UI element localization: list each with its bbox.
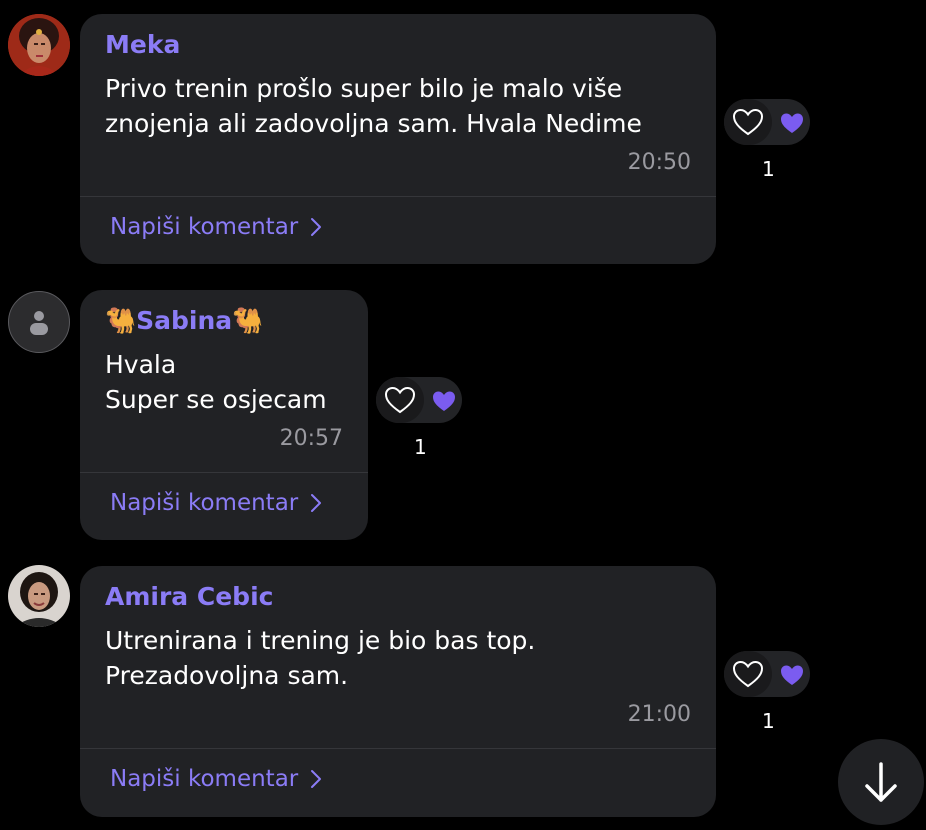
reaction-group: 1: [376, 377, 462, 459]
add-reaction-button[interactable]: [724, 651, 772, 697]
sender-name[interactable]: Meka: [105, 30, 180, 59]
message-text-line: Privo trenin prošlo super bilo je malo v…: [105, 74, 623, 103]
message-text-line: Prezadovoljna sam.: [105, 661, 349, 690]
write-comment-button[interactable]: Napiši komentar: [110, 766, 322, 792]
write-comment-button[interactable]: Napiši komentar: [110, 214, 322, 240]
message-bubble: 🐫Sabina🐫 Hvala Super se osjecam 20:57 Na…: [80, 290, 368, 540]
arrow-down-icon: [865, 762, 897, 802]
message-time: 20:57: [279, 426, 343, 451]
message-bubble: Amira Cebic Utrenirana i trening je bio …: [80, 566, 716, 817]
purple-heart-icon[interactable]: [780, 664, 804, 686]
divider: [80, 196, 716, 197]
chevron-right-icon: [311, 770, 322, 788]
sender-name[interactable]: Amira Cebic: [105, 582, 273, 611]
message-time: 21:00: [627, 702, 691, 727]
message-time: 20:50: [627, 150, 691, 175]
sender-name[interactable]: 🐫Sabina🐫: [105, 306, 263, 336]
write-comment-label: Napiši komentar: [110, 766, 299, 792]
message-text-line: Hvala: [105, 350, 177, 379]
chat-screen: Meka Privo trenin prošlo super bilo je m…: [0, 0, 926, 830]
sender-name-text: Sabina: [136, 306, 233, 335]
add-reaction-button[interactable]: [376, 377, 424, 423]
user-icon: [30, 311, 48, 335]
message-text-line: znojenja ali zadovoljna sam. Hvala Nedim…: [105, 109, 642, 138]
avatar[interactable]: [8, 14, 70, 76]
purple-heart-icon[interactable]: [780, 112, 804, 134]
message-text-line: Utrenirana i trening je bio bas top.: [105, 626, 536, 655]
chevron-right-icon: [311, 218, 322, 236]
write-comment-label: Napiši komentar: [110, 214, 299, 240]
write-comment-button[interactable]: Napiši komentar: [110, 490, 322, 516]
chevron-right-icon: [311, 494, 322, 512]
scroll-down-button[interactable]: [838, 739, 924, 825]
heart-outline-icon: [732, 660, 764, 688]
heart-outline-icon: [384, 386, 416, 414]
camel-emoji: 🐫: [105, 306, 137, 335]
avatar[interactable]: [8, 565, 70, 627]
reaction-group: 1: [724, 651, 810, 733]
add-reaction-button[interactable]: [724, 99, 772, 145]
divider: [80, 748, 716, 749]
camel-emoji: 🐫: [232, 306, 264, 335]
heart-outline-icon: [732, 108, 764, 136]
message-text-line: Super se osjecam: [105, 385, 327, 414]
message-bubble: Meka Privo trenin prošlo super bilo je m…: [80, 14, 716, 264]
reaction-count: 1: [414, 435, 427, 459]
reaction-group: 1: [724, 99, 810, 181]
reaction-count: 1: [762, 709, 775, 733]
purple-heart-icon[interactable]: [432, 390, 456, 412]
reaction-count: 1: [762, 157, 775, 181]
divider: [80, 472, 368, 473]
write-comment-label: Napiši komentar: [110, 490, 299, 516]
default-user-avatar[interactable]: [8, 291, 70, 353]
